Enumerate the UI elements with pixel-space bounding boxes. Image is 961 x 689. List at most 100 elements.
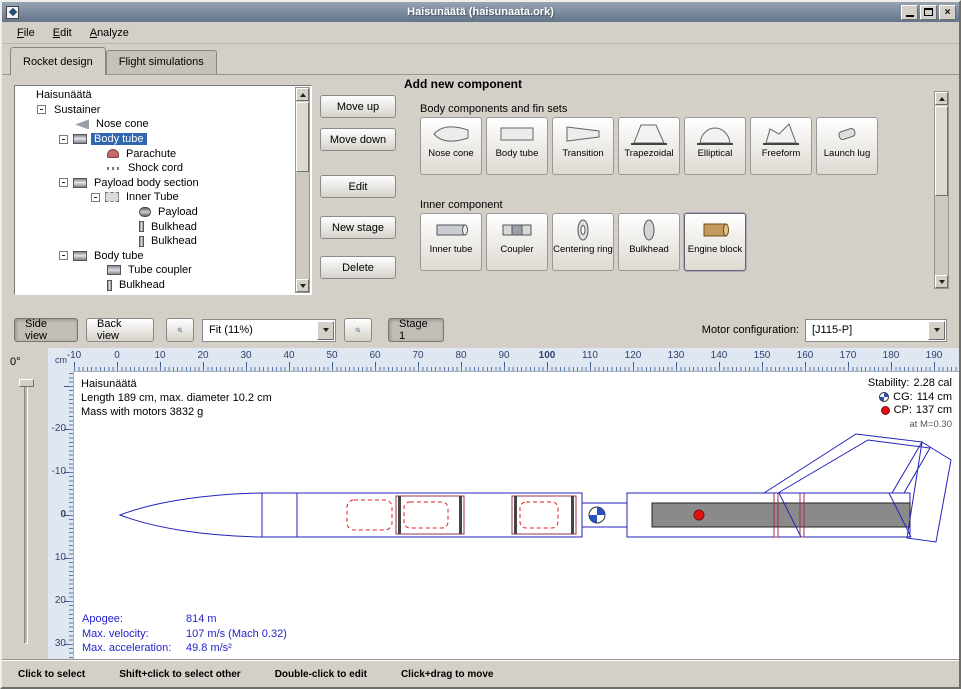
ruler-label: 60 bbox=[369, 350, 380, 361]
tree-scrollbar[interactable] bbox=[295, 87, 310, 293]
add-nose-cone-button[interactable]: Nose cone bbox=[420, 117, 482, 175]
rocket-dimensions: Length 189 cm, max. diameter 10.2 cm bbox=[81, 391, 272, 405]
add-engine-block-button[interactable]: Engine block bbox=[684, 213, 746, 271]
tree-item[interactable]: Shock cord bbox=[17, 161, 294, 176]
menu-edit[interactable]: Edit bbox=[44, 24, 81, 42]
bulkhead-shape[interactable] bbox=[398, 496, 401, 534]
move-down-button[interactable]: Move down bbox=[320, 128, 396, 151]
tree-item[interactable]: Body tube bbox=[17, 132, 294, 147]
delete-button[interactable]: Delete bbox=[320, 256, 396, 279]
elliptical-fin-icon bbox=[695, 121, 735, 147]
tree-item[interactable]: Nose cone bbox=[17, 117, 294, 132]
bulkhead-icon bbox=[139, 221, 144, 232]
tree-item-label: Bulkhead bbox=[148, 235, 200, 247]
scroll-down-icon bbox=[300, 284, 306, 288]
add-inner-tube-button[interactable]: Inner tube bbox=[420, 213, 482, 271]
maximize-button[interactable] bbox=[920, 5, 937, 20]
scroll-up-button[interactable] bbox=[296, 88, 309, 101]
new-stage-button[interactable]: New stage bbox=[320, 216, 396, 239]
tree-item[interactable]: Tube coupler bbox=[17, 263, 294, 278]
combo-arrow-icon bbox=[317, 321, 334, 340]
scroll-up-button[interactable] bbox=[935, 92, 948, 105]
motor-shape[interactable] bbox=[652, 503, 910, 527]
minimize-icon bbox=[906, 15, 914, 17]
tree-item[interactable]: Bulkhead bbox=[17, 219, 294, 234]
close-button[interactable]: × bbox=[939, 5, 956, 20]
split-divider[interactable] bbox=[2, 304, 959, 312]
scrollbar-thumb[interactable] bbox=[296, 102, 309, 172]
rotation-slider-handle[interactable] bbox=[19, 379, 34, 387]
ruler-label: -20 bbox=[52, 423, 66, 434]
add-bulkhead-button[interactable]: Bulkhead bbox=[618, 213, 680, 271]
ruler-label: 80 bbox=[455, 350, 466, 361]
flight-info: Apogee:814 m Max. velocity:107 m/s (Mach… bbox=[82, 612, 287, 656]
scroll-down-button[interactable] bbox=[296, 279, 309, 292]
horizontal-ruler: -100102030405060708090100110120130140150… bbox=[74, 348, 959, 372]
rotation-slider[interactable] bbox=[24, 380, 28, 644]
menu-analyze[interactable]: Analyze bbox=[81, 24, 138, 42]
bulkhead-shape[interactable] bbox=[571, 496, 574, 534]
collapse-icon[interactable] bbox=[59, 135, 68, 144]
tree-item[interactable]: Bulkhead bbox=[17, 278, 294, 292]
app-window: Haisunäätä (haisunaata.ork) × File Edit … bbox=[0, 0, 961, 689]
collapse-icon[interactable] bbox=[37, 105, 46, 114]
scroll-down-button[interactable] bbox=[935, 275, 948, 288]
add-transition-button[interactable]: Transition bbox=[552, 117, 614, 175]
add-trapezoidal-fin-button[interactable]: Trapezoidal bbox=[618, 117, 680, 175]
tree-item[interactable]: Body tube bbox=[17, 249, 294, 264]
add-coupler-button[interactable]: Coupler bbox=[486, 213, 548, 271]
tree-item[interactable]: Payload body section bbox=[17, 176, 294, 191]
collapse-icon[interactable] bbox=[91, 193, 100, 202]
zoom-level-select[interactable]: Fit (11%) bbox=[202, 319, 336, 342]
tree-item[interactable]: Parachute bbox=[17, 146, 294, 161]
ruler-label: -10 bbox=[52, 466, 66, 477]
add-launch-lug-button[interactable]: Launch lug bbox=[816, 117, 878, 175]
view-toolbar: Side view Back view Fit (11%) Stage 1 Mo… bbox=[2, 312, 959, 348]
statusbar: Click to select Shift+click to select ot… bbox=[2, 660, 959, 687]
ruler-label: 20 bbox=[55, 595, 66, 606]
scrollbar-thumb[interactable] bbox=[935, 106, 948, 196]
zoom-in-button[interactable] bbox=[166, 318, 194, 342]
motor-configuration-label: Motor configuration: bbox=[702, 324, 799, 336]
menu-file[interactable]: File bbox=[8, 24, 44, 42]
add-freeform-fin-button[interactable]: Freeform bbox=[750, 117, 812, 175]
tab-flight-simulations[interactable]: Flight simulations bbox=[106, 50, 217, 74]
tree-item-label: Sustainer bbox=[51, 104, 103, 116]
ruler-label: -10 bbox=[67, 350, 81, 361]
move-up-button[interactable]: Move up bbox=[320, 95, 396, 118]
add-elliptical-fin-button[interactable]: Elliptical bbox=[684, 117, 746, 175]
bulkhead-shape[interactable] bbox=[514, 496, 517, 534]
edit-button[interactable]: Edit bbox=[320, 175, 396, 198]
zoom-out-button[interactable] bbox=[344, 318, 372, 342]
ruler-label: 110 bbox=[582, 350, 598, 361]
tree-item-label: Tube coupler bbox=[125, 264, 195, 276]
ruler-label: 40 bbox=[283, 350, 294, 361]
tree-item[interactable]: Sustainer bbox=[17, 103, 294, 118]
add-body-tube-button[interactable]: Body tube bbox=[486, 117, 548, 175]
tree-item[interactable]: Payload bbox=[17, 205, 294, 220]
tree-item[interactable]: Inner Tube bbox=[17, 190, 294, 205]
collapse-icon[interactable] bbox=[59, 178, 68, 187]
tab-rocket-design[interactable]: Rocket design bbox=[10, 47, 106, 75]
tree-item[interactable]: Haisunäätä bbox=[17, 88, 294, 103]
body-tube-shape[interactable] bbox=[262, 493, 582, 537]
side-view-button[interactable]: Side view bbox=[14, 318, 78, 342]
tree-item-label-selected: Body tube bbox=[91, 133, 147, 145]
minimize-button[interactable] bbox=[901, 5, 918, 20]
stage-1-toggle[interactable]: Stage 1 bbox=[388, 318, 444, 342]
nose-cone-shape[interactable] bbox=[120, 493, 262, 537]
tree-item[interactable]: Bulkhead bbox=[17, 234, 294, 249]
bulkhead-icon bbox=[107, 280, 112, 291]
motor-configuration-select[interactable]: [J115-P] bbox=[805, 319, 947, 342]
tree-item-label: Haisunäätä bbox=[33, 89, 95, 101]
ruler-label: 170 bbox=[840, 350, 857, 361]
fin-shape[interactable] bbox=[764, 434, 922, 493]
collapse-icon[interactable] bbox=[59, 251, 68, 260]
add-centering-ring-button[interactable]: Centering ring bbox=[552, 213, 614, 271]
back-view-button[interactable]: Back view bbox=[86, 318, 154, 342]
rocket-view: Haisunäätä Length 189 cm, max. diameter … bbox=[74, 372, 959, 660]
ruler-label: 130 bbox=[668, 350, 685, 361]
add-panel-scrollbar[interactable] bbox=[934, 91, 949, 289]
window-menu-icon[interactable] bbox=[6, 6, 19, 19]
bulkhead-shape[interactable] bbox=[459, 496, 462, 534]
